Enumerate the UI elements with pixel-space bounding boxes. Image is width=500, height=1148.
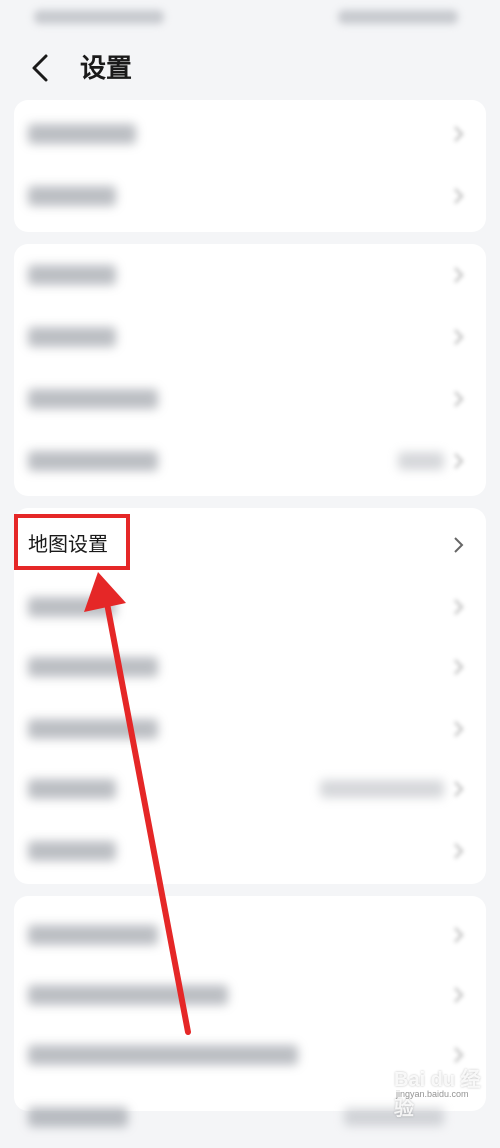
status-bar-right-info [338,10,458,24]
annotation-highlight-box [14,514,130,570]
settings-row-label [28,652,158,682]
settings-row[interactable] [14,820,486,882]
settings-row[interactable] [14,306,486,368]
chevron-left-icon [32,54,48,82]
settings-row[interactable] [14,430,486,492]
settings-row[interactable] [14,758,486,820]
chevron-right-icon [454,781,464,797]
chevron-right-icon [454,659,464,675]
settings-row-label [28,446,158,476]
settings-row-value [320,780,444,798]
chevron-right-icon [454,391,464,407]
page-title: 设置 [80,53,133,83]
settings-row-label [28,322,116,352]
chevron-right-icon [454,126,464,142]
status-bar [0,0,500,36]
settings-row[interactable] [14,103,486,165]
settings-row[interactable] [14,904,486,966]
settings-row-label [28,1040,298,1070]
settings-card-account [14,100,486,232]
settings-row-label [28,836,116,866]
settings-row-value [398,452,444,470]
header: 设置 [0,36,500,100]
chevron-right-icon [454,599,464,615]
settings-row-label [28,119,136,149]
settings-row[interactable] [14,636,486,698]
chevron-right-icon [454,843,464,859]
chevron-right-icon [454,188,464,204]
chevron-right-icon [454,721,464,737]
settings-row-label [28,181,116,211]
back-button[interactable] [22,50,58,86]
chevron-right-icon [454,537,464,553]
settings-row-label [28,260,116,290]
settings-row[interactable] [14,165,486,227]
settings-row[interactable] [14,244,486,306]
settings-row[interactable] [14,698,486,760]
watermark-url: jingyan.baidu.com [396,1089,469,1099]
chevron-right-icon [454,267,464,283]
settings-row-label [28,592,116,622]
settings-row-label [28,384,158,414]
settings-row-label [28,980,228,1010]
chevron-right-icon [454,329,464,345]
settings-row-label [28,920,158,950]
settings-row[interactable] [14,368,486,430]
status-bar-left-info [34,10,164,24]
settings-card-navigation [14,244,486,496]
settings-row-label [28,714,158,744]
settings-row[interactable] [14,964,486,1026]
settings-row[interactable] [14,576,486,638]
settings-row-label [28,774,116,804]
settings-row-label [28,1102,128,1132]
chevron-right-icon [454,987,464,1003]
chevron-right-icon [454,453,464,469]
watermark: Bai du 经验 jingyan.baidu.com [382,1061,492,1120]
chevron-right-icon [454,927,464,943]
